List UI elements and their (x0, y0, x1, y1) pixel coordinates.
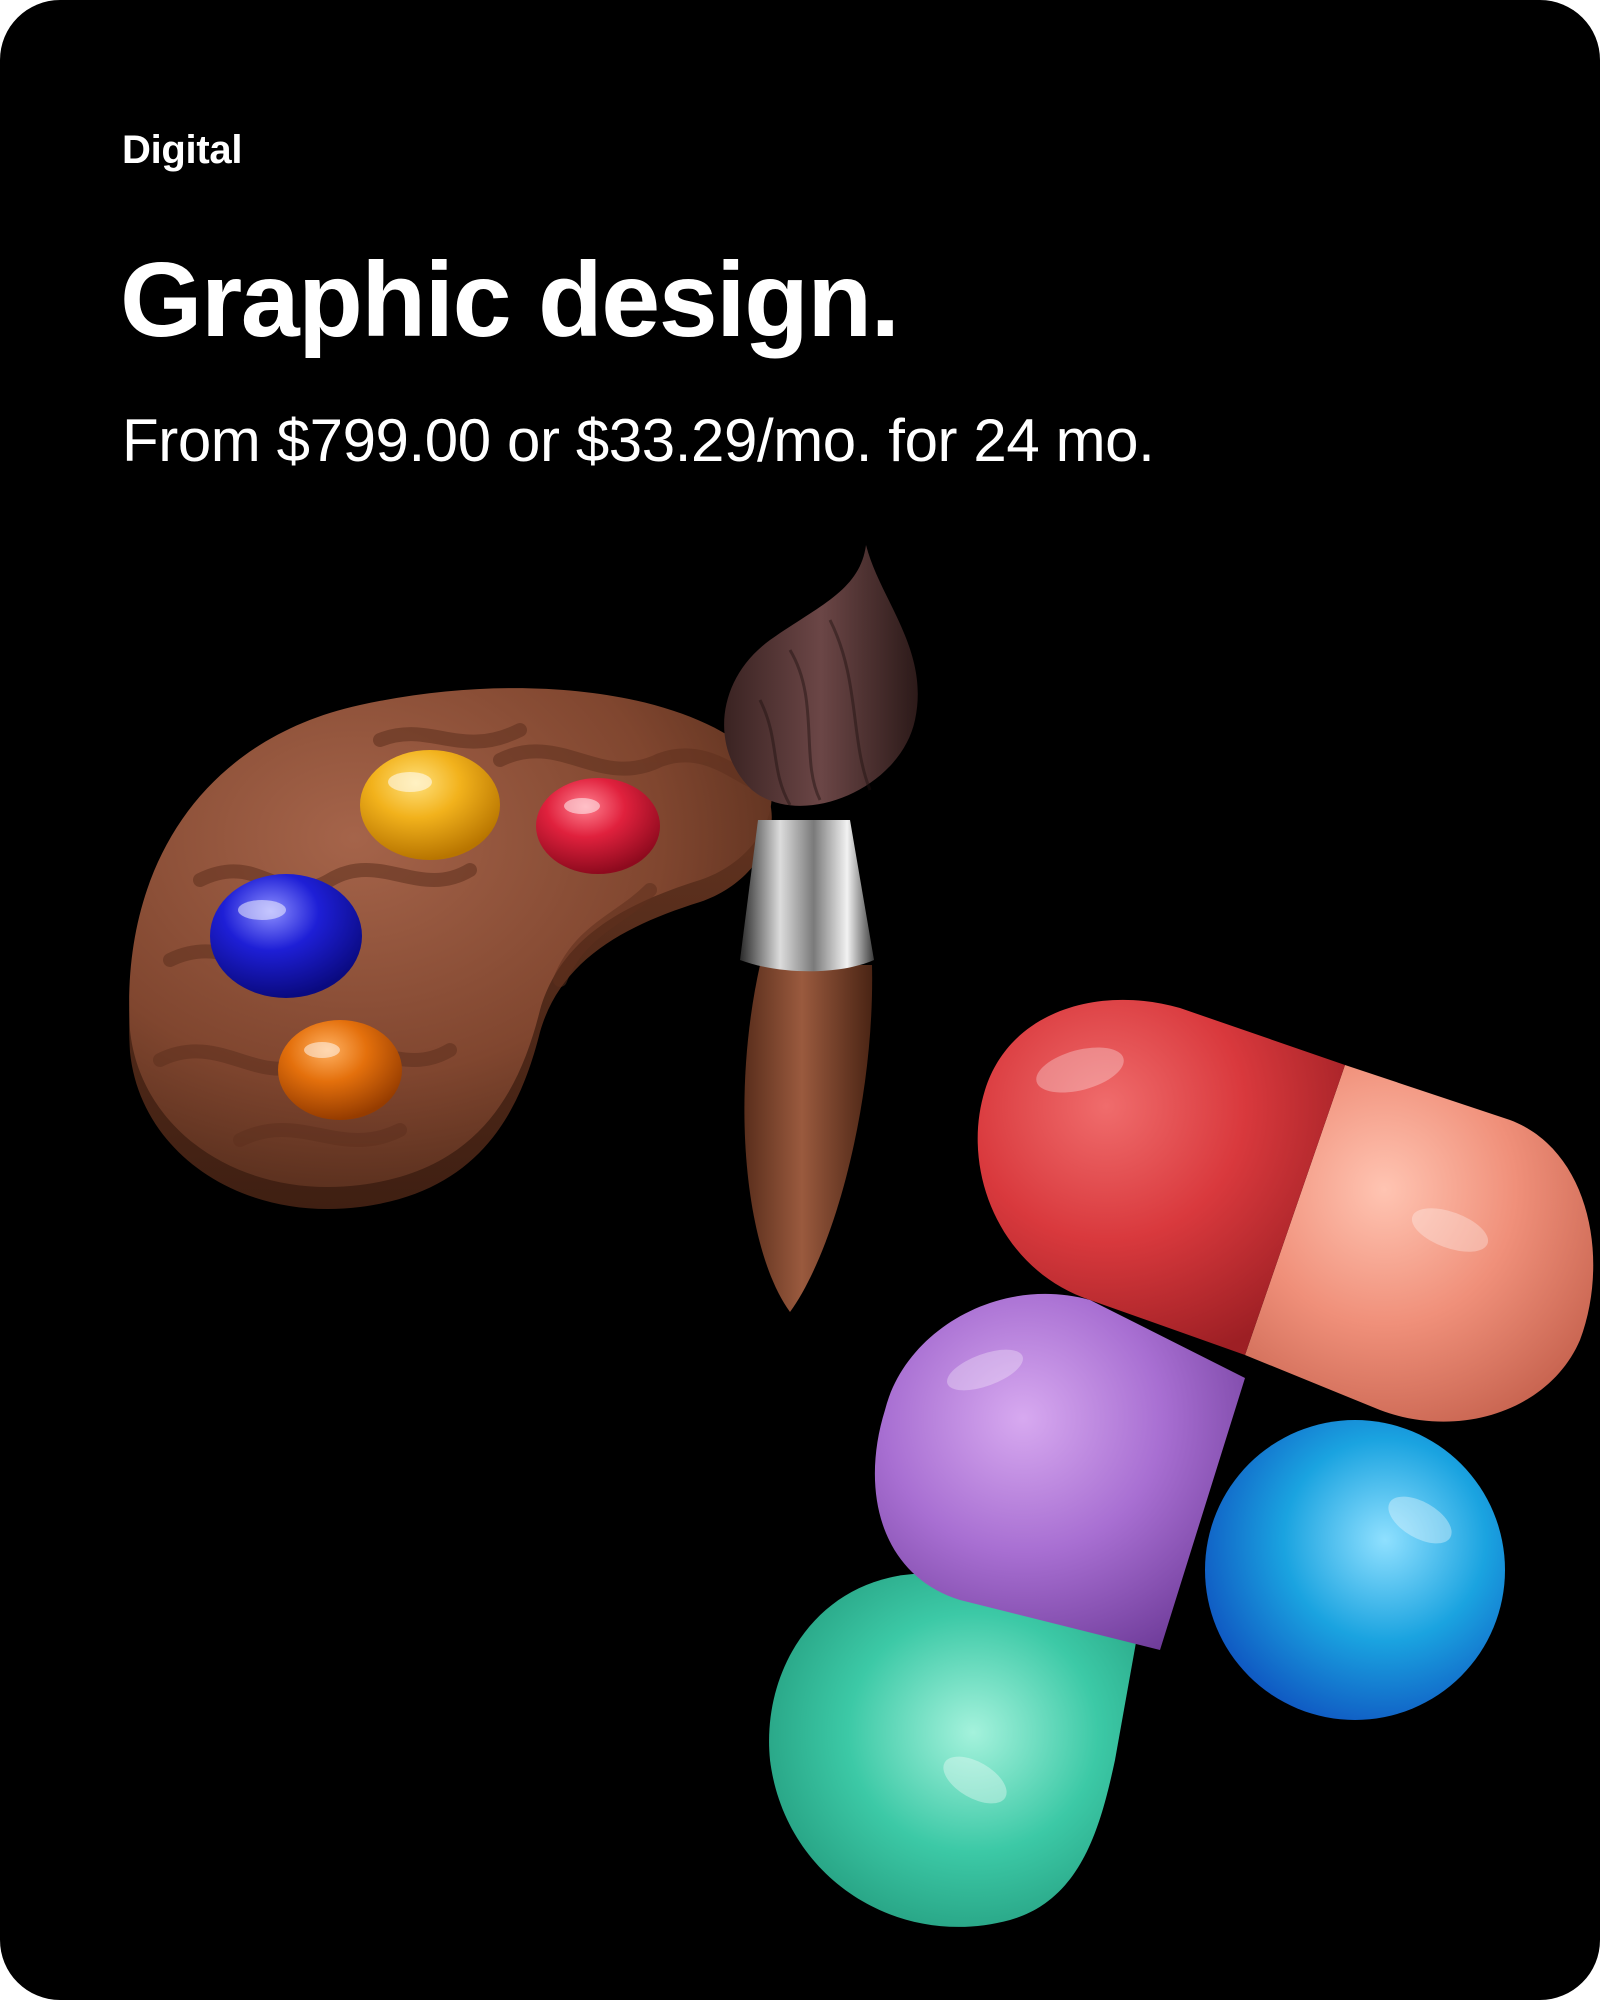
product-card[interactable]: Digital Graphic design. From $799.00 or … (0, 0, 1600, 2000)
paintbrush-icon (724, 545, 918, 1312)
hero-illustration (129, 545, 1594, 1927)
paint-palette-icon (129, 688, 772, 1210)
design-app-logo-icon (769, 999, 1594, 1927)
